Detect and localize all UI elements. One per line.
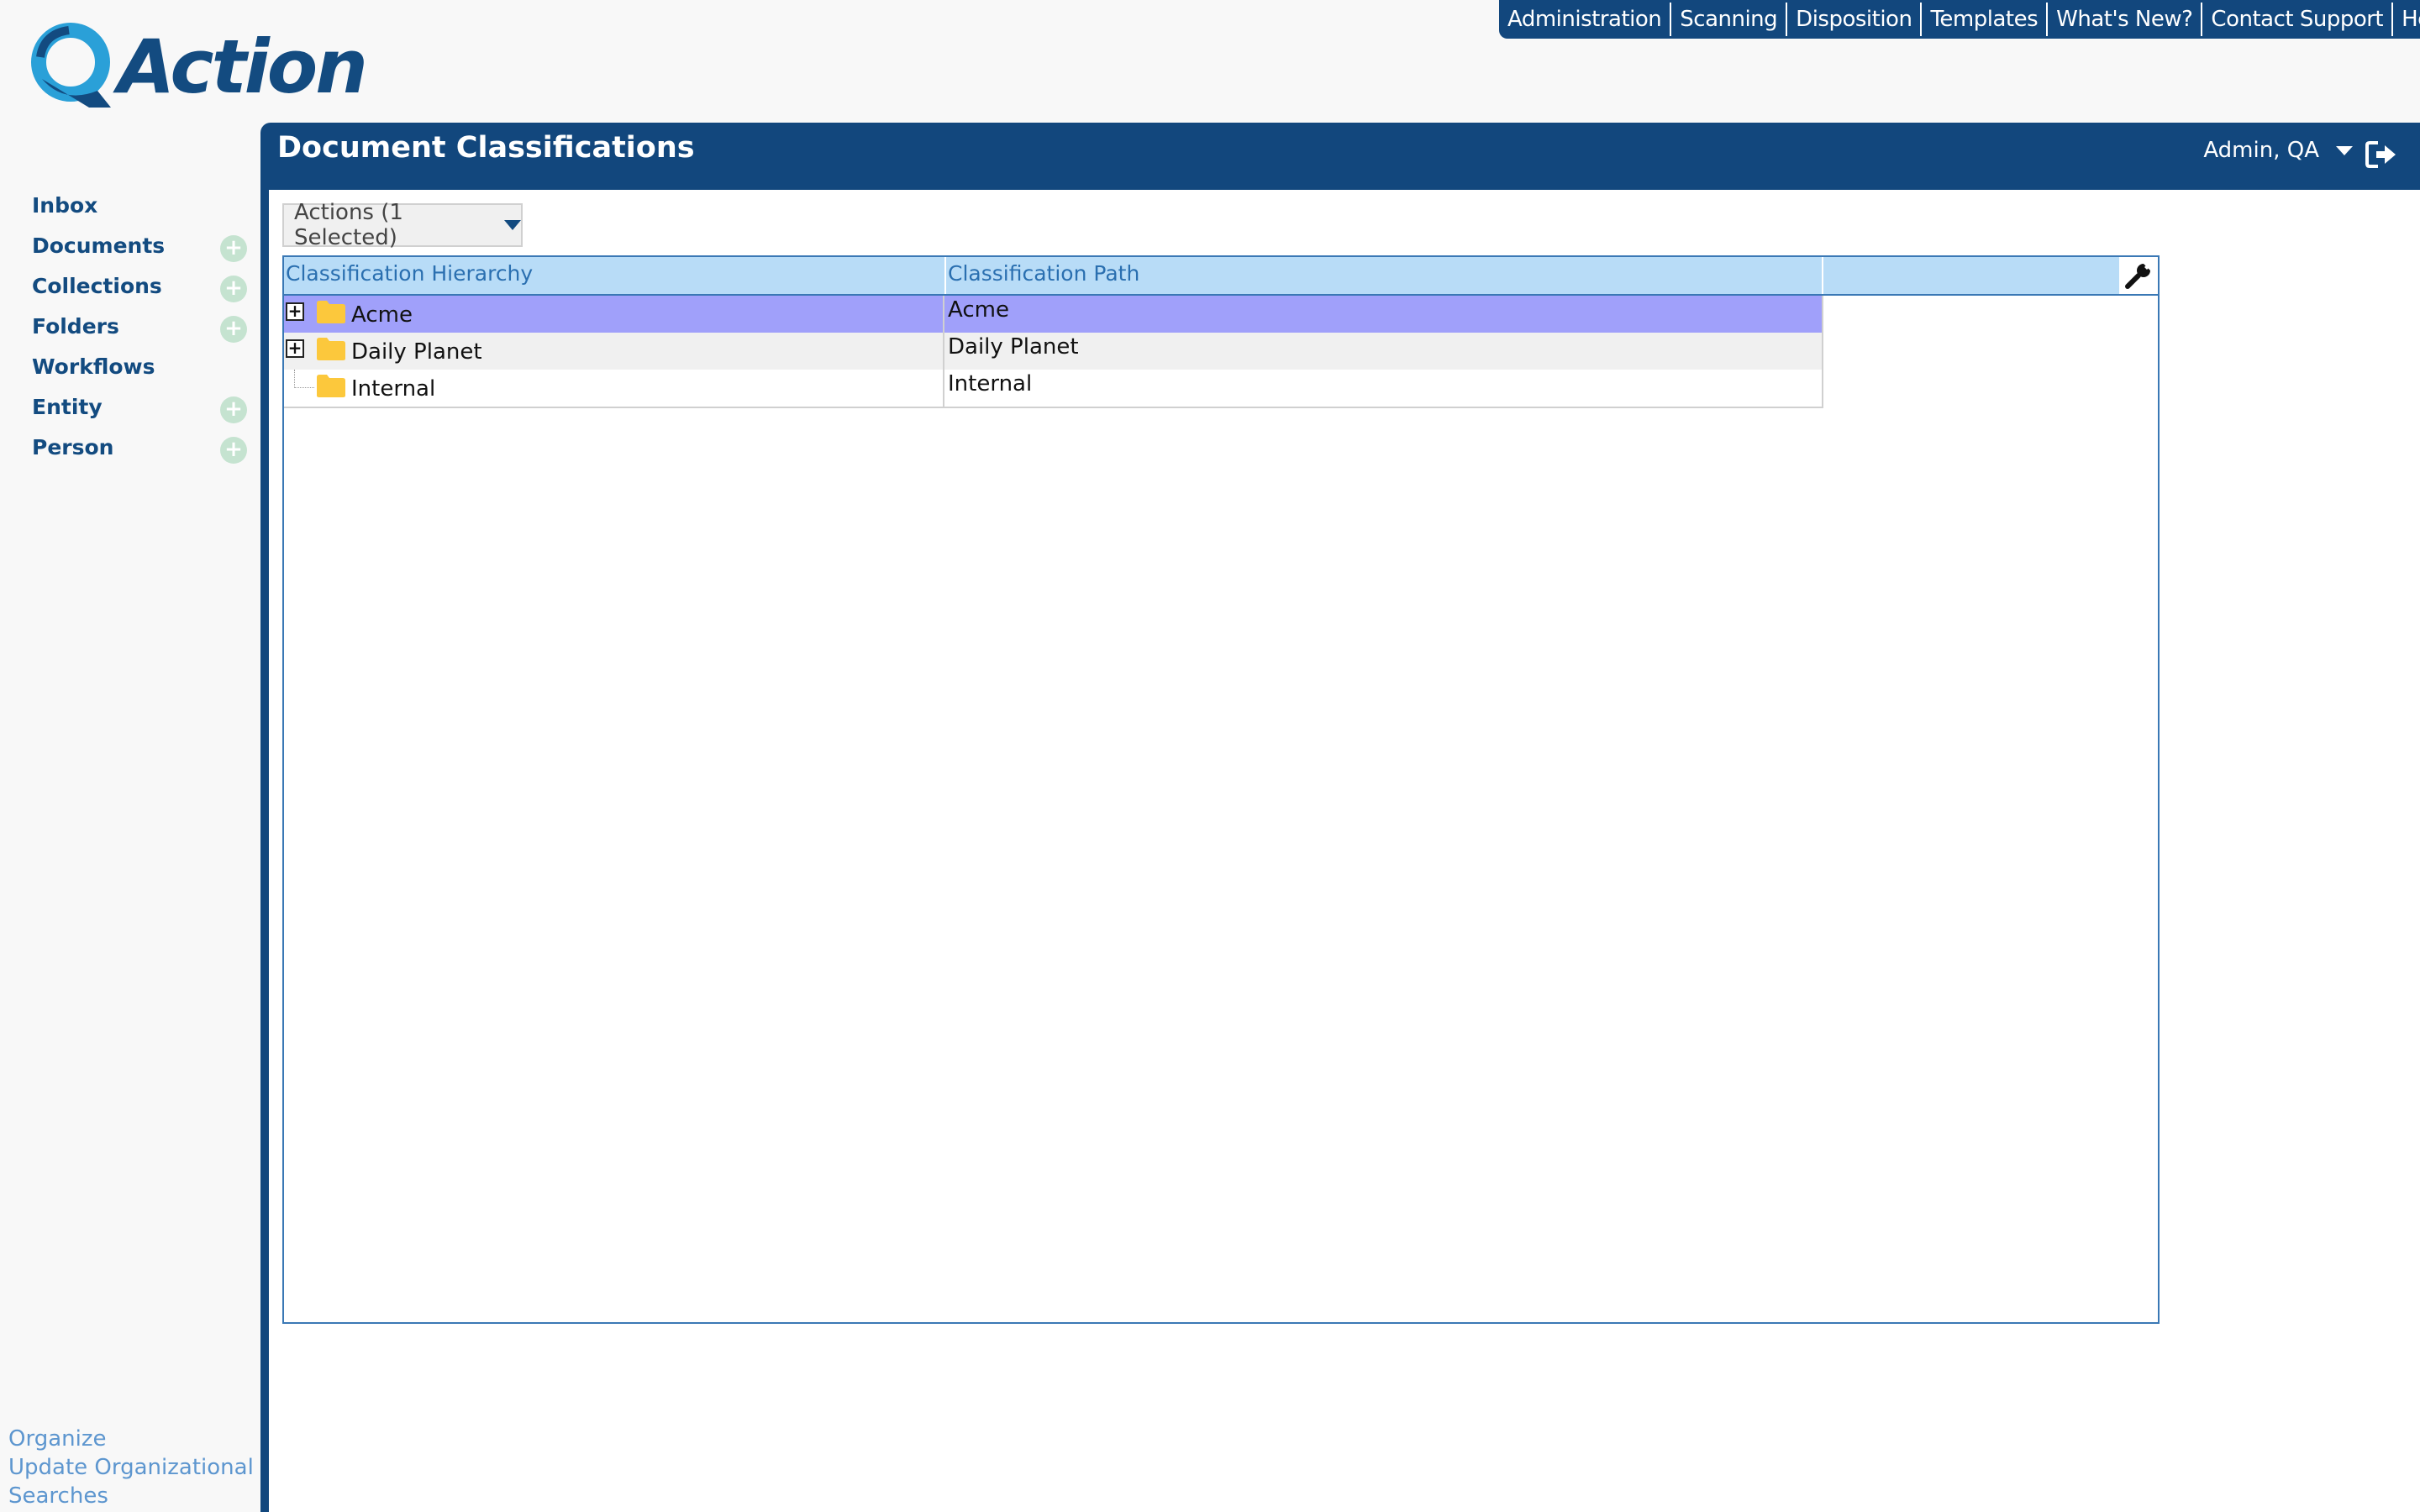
nav-help[interactable]: Help [2393,3,2420,36]
nav-administration[interactable]: Administration [1499,3,1672,36]
content-area: Actions (1 Selected) Classification Hier… [269,190,2420,1512]
expand-icon[interactable]: + [286,339,304,358]
link-update-organizational[interactable]: Update Organizational [8,1453,260,1482]
sidebar-item-collections[interactable]: Collections + [0,265,252,306]
wrench-icon [2125,261,2153,289]
nav-disposition[interactable]: Disposition [1787,3,1923,36]
table-row[interactable]: Internal Internal [284,370,1822,407]
column-header-hierarchy[interactable]: Classification Hierarchy [284,257,946,294]
hierarchy-cell[interactable]: + Acme [284,296,944,333]
main-panel: Document Classifications Admin, QA Actio… [260,123,2420,1512]
grid-body: + Acme Acme + Daily Planet Daily Planet … [284,296,1823,408]
path-cell[interactable]: Acme [946,296,1822,333]
sidebar-item-label[interactable]: Entity [32,395,103,419]
tree-node-label[interactable]: Internal [351,376,435,402]
sidebar-item-inbox[interactable]: Inbox [0,185,252,225]
nav-scanning[interactable]: Scanning [1671,3,1788,36]
sidebar-item-folders[interactable]: Folders + [0,306,252,346]
expand-icon[interactable]: + [286,302,304,321]
sidebar-item-label[interactable]: Person [32,435,113,459]
sidebar-item-label[interactable]: Folders [32,314,119,339]
add-entity-icon[interactable]: + [220,396,247,423]
column-header-path[interactable]: Classification Path [946,257,1823,294]
table-row[interactable]: + Daily Planet Daily Planet [284,333,1822,370]
hierarchy-cell[interactable]: + Daily Planet [284,333,944,370]
user-menu[interactable]: Admin, QA [2203,138,2353,163]
nav-whats-new[interactable]: What's New? [2048,3,2203,36]
add-collection-icon[interactable]: + [220,276,247,302]
sidebar-item-documents[interactable]: Documents + [0,225,252,265]
top-nav: Administration Scanning Disposition Temp… [1499,0,2420,39]
page-title: Document Classifications [277,131,695,165]
actions-dropdown-button[interactable]: Actions (1 Selected) [282,200,523,250]
logo-text: Action [118,24,368,110]
tree-connector [294,370,314,388]
tree-node-label[interactable]: Daily Planet [351,339,482,365]
app-logo[interactable]: Action [30,18,368,110]
link-organize[interactable]: Organize [8,1425,260,1453]
chevron-down-icon[interactable] [504,220,521,230]
table-row[interactable]: + Acme Acme [284,296,1822,333]
nav-templates[interactable]: Templates [1922,3,2049,36]
sidebar-item-person[interactable]: Person + [0,427,252,467]
grid-settings-button[interactable] [2119,257,2158,294]
classification-grid: Classification Hierarchy Classification … [282,255,2160,1324]
sidebar-item-label[interactable]: Inbox [32,193,97,218]
grid-header: Classification Hierarchy Classification … [284,257,2158,296]
main-header: Document Classifications Admin, QA [260,123,2420,190]
link-searches[interactable]: Searches [8,1482,260,1510]
folder-icon [317,338,345,360]
logo-q-icon [31,23,111,108]
path-cell[interactable]: Daily Planet [946,333,1822,370]
sidebar-item-entity[interactable]: Entity + [0,386,252,427]
chevron-down-icon[interactable] [2336,145,2353,155]
add-person-icon[interactable]: + [220,437,247,464]
app-window: Action Administration Scanning Dispositi… [0,0,2420,1512]
sidebar-item-label[interactable]: Collections [32,274,162,298]
tree-node-label[interactable]: Acme [351,302,413,328]
folder-icon [317,301,345,323]
sidebar: Inbox Documents + Collections + Folders … [0,185,252,467]
sidebar-bottom-links: Organize Update Organizational Searches [8,1425,260,1510]
sidebar-item-workflows[interactable]: Workflows [0,346,252,386]
add-folder-icon[interactable]: + [220,316,247,343]
path-cell[interactable]: Internal [946,370,1822,407]
add-document-icon[interactable]: + [220,235,247,262]
hierarchy-cell[interactable]: Internal [284,370,944,407]
sidebar-item-label[interactable]: Workflows [32,354,155,379]
nav-contact-support[interactable]: Contact Support [2202,3,2394,36]
actions-label[interactable]: Actions (1 Selected) [294,200,497,250]
user-name[interactable]: Admin, QA [2203,138,2319,163]
sidebar-item-label[interactable]: Documents [32,234,165,258]
logout-icon[interactable] [2365,139,2398,170]
folder-icon [317,375,345,397]
